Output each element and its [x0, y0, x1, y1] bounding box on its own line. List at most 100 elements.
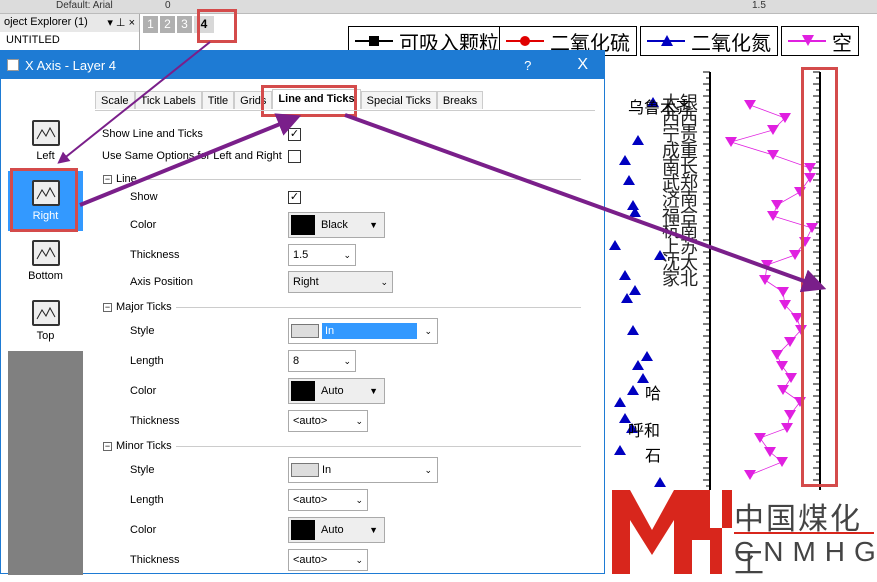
use-same-options-label: Use Same Options for Left and Right — [102, 150, 282, 162]
data-point — [754, 433, 766, 443]
thickness-label: Thickness — [130, 249, 180, 261]
logo: 中国煤化工 CNMHG — [612, 490, 877, 580]
major-thickness-dropdown[interactable]: <auto> ⌄ — [288, 410, 368, 432]
axis-position-label: Axis Position — [130, 276, 193, 288]
data-point — [777, 385, 789, 395]
layer-tab-2[interactable]: 2 — [160, 16, 175, 33]
data-point — [744, 470, 756, 480]
use-same-options-checkbox[interactable] — [288, 149, 301, 163]
dialog-titlebar[interactable]: X Axis - Layer 4 ? X — [1, 51, 604, 79]
tab-tick-labels[interactable]: Tick Labels — [134, 91, 202, 109]
axis-position-dropdown[interactable]: Right ⌄ — [288, 271, 393, 293]
axis-label: Bottom — [28, 270, 63, 282]
tab-breaks[interactable]: Breaks — [436, 91, 484, 109]
length-label: Length — [130, 494, 164, 506]
data-point — [654, 477, 666, 487]
axis-item-top[interactable]: Top — [8, 291, 83, 351]
layer-tab-3[interactable]: 3 — [177, 16, 192, 33]
data-point — [744, 100, 756, 110]
data-point — [614, 397, 626, 407]
city-label: 哈 — [645, 386, 662, 403]
series-line — [729, 104, 813, 476]
length-label: Length — [130, 355, 164, 367]
data-point — [767, 211, 779, 221]
legend-label: 二氧化氮 — [691, 32, 771, 55]
major-ticks-section[interactable]: − Major Ticks — [103, 301, 581, 313]
x-axis-dialog: X Axis - Layer 4 ? X Left Right Bottom T… — [0, 50, 605, 575]
minor-style-dropdown[interactable]: In ⌄ — [288, 457, 438, 483]
color-label: Color — [130, 219, 157, 231]
axis-graph-icon — [31, 120, 60, 146]
highlight-box-right-axis — [801, 67, 838, 487]
data-point — [632, 360, 644, 370]
data-point — [627, 200, 639, 210]
pin-icon[interactable]: ▾ ⊥ × — [107, 16, 135, 30]
legend-item: 空 — [781, 26, 859, 56]
line-thickness-select[interactable]: 1.5 — [752, 0, 766, 11]
minor-ticks-section[interactable]: − Minor Ticks — [103, 440, 581, 452]
show-label: Show — [130, 191, 158, 203]
axis-item-left[interactable]: Left — [8, 111, 83, 171]
line-section[interactable]: − Line — [103, 173, 581, 185]
font-size-select[interactable]: 0 — [165, 0, 171, 11]
data-point — [725, 137, 737, 147]
minor-thickness-dropdown[interactable]: <auto> ⌄ — [288, 549, 368, 571]
line-thickness-dropdown[interactable]: 1.5 ⌄ — [288, 244, 356, 266]
data-point — [619, 155, 631, 165]
axis-graph-icon — [31, 300, 60, 326]
data-point — [779, 113, 791, 123]
data-point — [759, 275, 771, 285]
project-explorer-title: oject Explorer (1) — [4, 16, 88, 28]
data-point — [632, 135, 644, 145]
major-color-dropdown[interactable]: Auto ▼ — [288, 378, 385, 404]
line-and-ticks-panel: Show Line and Ticks ✓ Use Same Options fo… — [95, 110, 595, 575]
close-button[interactable]: X — [577, 56, 588, 74]
legend-item: 二氧化氮 — [640, 26, 778, 56]
highlight-box-layer4 — [197, 9, 237, 43]
data-point — [789, 250, 801, 260]
data-point — [776, 361, 788, 371]
vertical-city-labels: 太银西西宁贵成重南长武郑济南福合杭南上苏沈太家北 — [662, 93, 698, 289]
minor-color-dropdown[interactable]: Auto ▼ — [288, 517, 385, 543]
data-point — [771, 200, 783, 210]
major-length-dropdown[interactable]: 8 ⌄ — [288, 350, 356, 372]
data-point — [641, 351, 653, 361]
line-show-checkbox[interactable]: ✓ — [288, 190, 301, 204]
project-explorer: oject Explorer (1) ▾ ⊥ × UNTITLED — [0, 14, 140, 54]
minor-length-dropdown[interactable]: <auto> ⌄ — [288, 489, 368, 511]
axis-item-bottom[interactable]: Bottom — [8, 231, 83, 291]
data-point — [776, 457, 788, 467]
data-point — [609, 240, 621, 250]
tab-title[interactable]: Title — [201, 91, 235, 109]
city-label: 石 — [645, 448, 662, 465]
tab-scale[interactable]: Scale — [95, 91, 135, 109]
font-select[interactable]: Default: Arial — [56, 0, 113, 11]
data-point — [627, 325, 639, 335]
legend-label: 空 — [832, 32, 852, 55]
help-button[interactable]: ? — [524, 58, 531, 73]
logo-en: CNMHG — [734, 536, 877, 567]
data-point — [785, 373, 797, 383]
style-label: Style — [130, 464, 155, 476]
section-title: Line — [116, 173, 137, 185]
data-point — [784, 337, 796, 347]
project-item[interactable]: UNTITLED — [0, 32, 139, 48]
axis-graph-icon — [31, 240, 60, 266]
thickness-label: Thickness — [130, 415, 180, 427]
data-point — [777, 287, 789, 297]
data-point — [779, 300, 791, 310]
layer-tab-1[interactable]: 1 — [143, 16, 158, 33]
data-point — [771, 350, 783, 360]
axis-label: Top — [36, 330, 55, 342]
color-label: Color — [130, 385, 157, 397]
data-point — [614, 445, 626, 455]
data-point — [784, 410, 796, 420]
city-label: 呼和 — [628, 423, 661, 440]
tab-special-ticks[interactable]: Special Ticks — [360, 91, 437, 109]
section-title: Major Ticks — [116, 301, 172, 313]
mh-logo-icon — [612, 490, 732, 574]
dialog-title: X Axis - Layer 4 — [25, 57, 117, 73]
major-style-dropdown[interactable]: In ⌄ — [288, 318, 438, 344]
show-line-ticks-checkbox[interactable]: ✓ — [288, 127, 301, 141]
line-color-dropdown[interactable]: Black ▼ — [288, 212, 385, 238]
